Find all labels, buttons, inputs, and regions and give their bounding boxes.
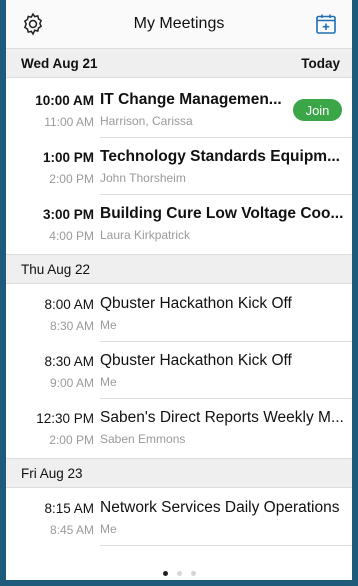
- meeting-subject: Network Services Daily Operations: [100, 499, 340, 516]
- meeting-subject: Saben's Direct Reports Weekly M...: [100, 409, 344, 426]
- day-label: Wed Aug 21: [21, 55, 98, 71]
- meeting-end: 8:45 AM: [49, 523, 94, 537]
- meeting-row[interactable]: 8:15 AM 8:45 AM Network Services Daily O…: [6, 491, 352, 546]
- meeting-end: 2:00 PM: [49, 433, 94, 447]
- row-divider: [100, 194, 352, 195]
- page-indicator[interactable]: [0, 571, 358, 576]
- meeting-row[interactable]: 12:30 PM 2:00 PM Saben's Direct Reports …: [6, 401, 352, 456]
- meeting-end: 4:00 PM: [49, 229, 94, 243]
- meeting-end: 2:00 PM: [49, 172, 94, 186]
- meeting-start: 8:00 AM: [44, 297, 94, 312]
- meeting-row[interactable]: 1:00 PM 2:00 PM Technology Standards Equ…: [6, 140, 352, 195]
- meeting-start: 10:00 AM: [35, 93, 94, 108]
- day-header: Thu Aug 22: [6, 254, 352, 284]
- meeting-end: 9:00 AM: [49, 376, 94, 390]
- page-dot[interactable]: [190, 571, 196, 576]
- meeting-organizer: Me: [100, 522, 117, 536]
- meeting-organizer: John Thorsheim: [100, 171, 186, 185]
- page-dot[interactable]: [176, 571, 182, 576]
- row-divider: [100, 341, 352, 342]
- meeting-subject: Building Cure Low Voltage Coo...: [100, 205, 344, 222]
- today-badge: Today: [301, 55, 340, 71]
- meeting-row[interactable]: 8:00 AM 8:30 AM Qbuster Hackathon Kick O…: [6, 287, 352, 342]
- meeting-start: 8:30 AM: [44, 354, 94, 369]
- meeting-start: 8:15 AM: [44, 501, 94, 516]
- meeting-start: 12:30 PM: [36, 411, 94, 426]
- gear-icon[interactable]: [20, 11, 46, 37]
- page-dot[interactable]: [162, 571, 168, 576]
- meeting-subject: Technology Standards Equipm...: [100, 148, 340, 165]
- meeting-organizer: Laura Kirkpatrick: [100, 228, 191, 242]
- day-label: Thu Aug 22: [21, 261, 91, 277]
- calendar-plus-icon[interactable]: [314, 12, 338, 36]
- meeting-row[interactable]: 8:30 AM 9:00 AM Qbuster Hackathon Kick O…: [6, 344, 352, 399]
- row-divider: [100, 545, 352, 546]
- meeting-subject: Qbuster Hackathon Kick Off: [100, 352, 292, 369]
- row-divider: [100, 137, 352, 138]
- meeting-start: 3:00 PM: [42, 207, 94, 222]
- meeting-organizer: Harrison, Carissa: [100, 114, 193, 128]
- meeting-organizer: Me: [100, 318, 117, 332]
- day-header: Wed Aug 21 Today: [6, 48, 352, 78]
- meeting-end: 11:00 AM: [44, 115, 94, 129]
- page-title: My Meetings: [133, 15, 225, 32]
- meeting-start: 1:00 PM: [42, 150, 94, 165]
- day-label: Fri Aug 23: [21, 465, 83, 481]
- top-bar: My Meetings: [6, 0, 352, 48]
- day-header: Fri Aug 23: [6, 458, 352, 488]
- meeting-row[interactable]: 3:00 PM 4:00 PM Building Cure Low Voltag…: [6, 197, 352, 252]
- join-button[interactable]: Join: [293, 99, 342, 121]
- meeting-subject: Qbuster Hackathon Kick Off: [100, 295, 292, 312]
- meeting-row[interactable]: 10:00 AM 11:00 AM IT Change Managemen...…: [6, 83, 352, 138]
- meeting-end: 8:30 AM: [49, 319, 94, 333]
- meeting-organizer: Me: [100, 375, 117, 389]
- meeting-subject: IT Change Managemen...: [100, 91, 282, 108]
- meeting-organizer: Saben Emmons: [100, 432, 186, 446]
- row-divider: [100, 398, 352, 399]
